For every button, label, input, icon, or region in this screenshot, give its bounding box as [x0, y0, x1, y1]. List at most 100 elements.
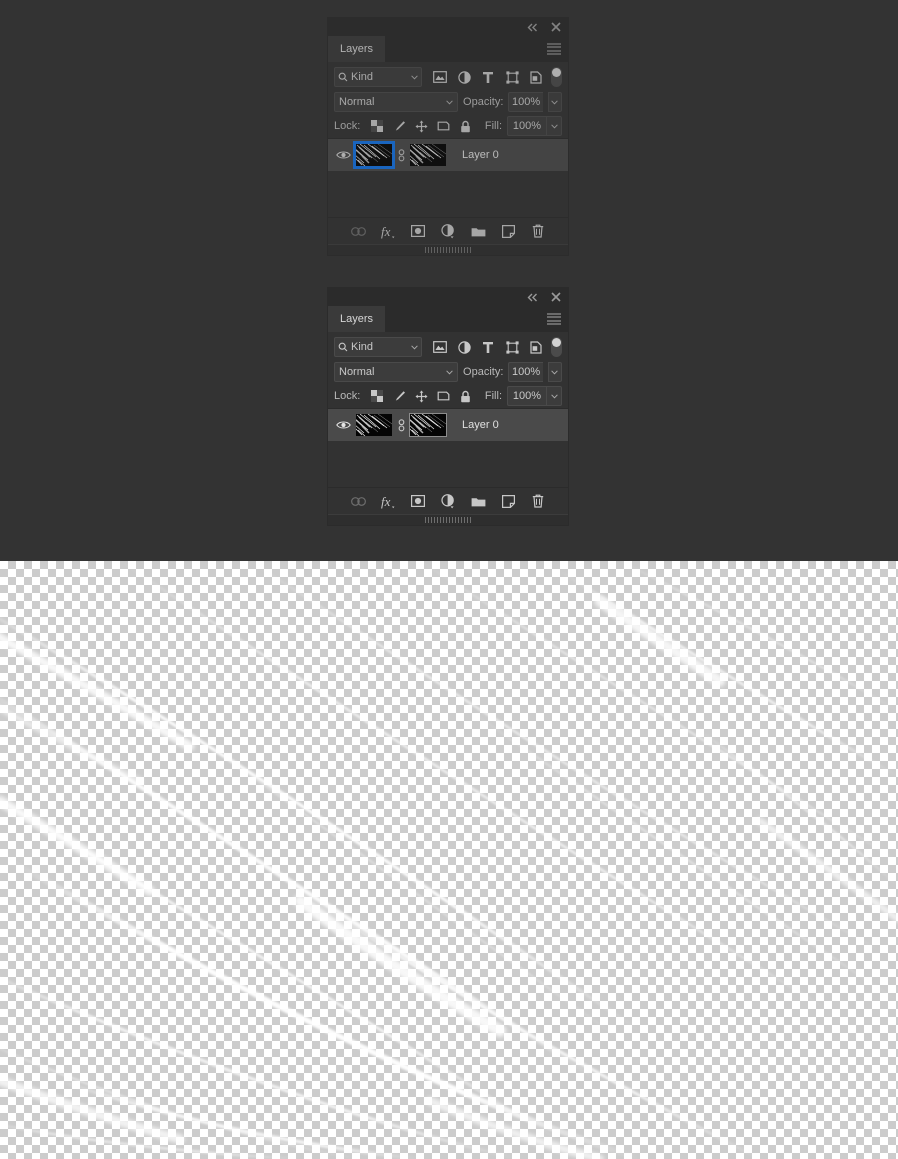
chevron-down-icon	[446, 369, 453, 375]
delete-layer-icon[interactable]	[525, 490, 551, 512]
add-layer-mask-icon[interactable]	[405, 490, 431, 512]
lock-transparent-pixels-icon[interactable]	[366, 386, 388, 406]
chevron-down-icon	[446, 99, 453, 105]
document-canvas[interactable]	[0, 561, 898, 1159]
fill-dropdown-icon[interactable]	[546, 386, 562, 406]
layer-filter-kind-select[interactable]: Kind	[334, 337, 422, 357]
blend-mode-value: Normal	[339, 96, 375, 108]
lock-all-icon[interactable]	[454, 386, 476, 406]
new-layer-icon[interactable]	[495, 490, 521, 512]
shape-layer-filter-icon[interactable]	[500, 337, 524, 357]
double-chevron-left-icon[interactable]	[526, 21, 539, 34]
fill-input[interactable]: 100%	[507, 116, 546, 136]
panel-footer-toolbar: fx	[328, 487, 568, 514]
tab-layers[interactable]: Layers	[328, 306, 386, 332]
new-layer-icon[interactable]	[495, 220, 521, 242]
scratch-artwork	[0, 561, 898, 1159]
opacity-dropdown-icon[interactable]	[547, 92, 562, 112]
lock-image-pixels-icon[interactable]	[388, 116, 410, 136]
opacity-label: Opacity:	[463, 366, 504, 378]
fill-dropdown-icon[interactable]	[546, 116, 562, 136]
hamburger-menu-icon[interactable]	[547, 43, 561, 55]
lock-image-pixels-icon[interactable]	[388, 386, 410, 406]
link-mask-icon[interactable]	[394, 148, 408, 162]
panel-tabbar: Layers	[328, 306, 568, 332]
tab-layers-label: Layers	[340, 43, 374, 55]
fill-label: Fill:	[484, 390, 502, 402]
layer-style-fx-icon[interactable]: fx	[375, 220, 401, 242]
lock-artboard-nesting-icon[interactable]	[432, 386, 454, 406]
blend-mode-value: Normal	[339, 366, 375, 378]
pixel-layer-filter-icon[interactable]	[428, 67, 452, 87]
pixel-layer-filter-icon[interactable]	[428, 337, 452, 357]
layer-filter-row: Kind	[328, 62, 568, 90]
layer-thumbnail[interactable]	[356, 414, 392, 436]
blend-mode-select[interactable]: Normal	[334, 92, 459, 112]
fill-label: Fill:	[484, 120, 502, 132]
adjustment-layer-filter-icon[interactable]	[452, 67, 476, 87]
adjustment-layer-filter-icon[interactable]	[452, 337, 476, 357]
link-mask-icon[interactable]	[394, 418, 408, 432]
lock-label: Lock:	[334, 390, 361, 402]
layer-mask-thumbnail-wrap[interactable]	[408, 142, 448, 168]
layer-name[interactable]: Layer 0	[462, 419, 499, 431]
panel-resize-grip[interactable]	[328, 244, 568, 255]
layer-thumbnail[interactable]	[353, 141, 395, 169]
link-layers-icon[interactable]	[345, 490, 371, 512]
type-layer-filter-icon[interactable]	[476, 337, 500, 357]
panel-body: Kind Normal Opacity: 100% Lock: Fill: 10…	[328, 62, 568, 255]
layer-row[interactable]: Layer 0	[328, 139, 568, 171]
layer-style-fx-icon[interactable]: fx	[375, 490, 401, 512]
close-icon[interactable]	[549, 291, 562, 304]
smart-object-filter-icon[interactable]	[524, 337, 548, 357]
close-icon[interactable]	[549, 21, 562, 34]
layers-panel-bottom[interactable]: Layers Kind Normal Opacity: 100% Lock: F…	[328, 288, 568, 525]
layer-list[interactable]: Layer 0	[328, 408, 568, 487]
lock-transparent-pixels-icon[interactable]	[366, 116, 388, 136]
shape-layer-filter-icon[interactable]	[500, 67, 524, 87]
layer-thumbnail-wrap[interactable]	[353, 141, 395, 169]
double-chevron-left-icon[interactable]	[526, 291, 539, 304]
panel-resize-grip[interactable]	[328, 514, 568, 525]
new-adjustment-layer-icon[interactable]	[435, 220, 461, 242]
lock-row: Lock: Fill: 100%	[328, 384, 568, 408]
layer-mask-thumbnail[interactable]	[410, 414, 446, 436]
blend-mode-select[interactable]: Normal	[334, 362, 459, 382]
link-layers-icon[interactable]	[345, 220, 371, 242]
opacity-input[interactable]: 100%	[508, 92, 543, 112]
layer-mask-thumbnail-wrap[interactable]	[408, 412, 448, 438]
eye-icon[interactable]	[332, 150, 354, 160]
lock-position-icon[interactable]	[410, 386, 432, 406]
filter-enable-toggle[interactable]	[551, 67, 562, 87]
hamburger-menu-icon[interactable]	[547, 313, 561, 325]
delete-layer-icon[interactable]	[525, 220, 551, 242]
layer-thumbnail-wrap[interactable]	[354, 412, 394, 438]
tab-layers-label: Layers	[340, 313, 374, 325]
layer-mask-thumbnail[interactable]	[410, 144, 446, 166]
lock-position-icon[interactable]	[410, 116, 432, 136]
layers-panel-top[interactable]: Layers Kind Normal Opacity: 100% Lock: F…	[328, 18, 568, 255]
smart-object-filter-icon[interactable]	[524, 67, 548, 87]
layer-name[interactable]: Layer 0	[462, 149, 499, 161]
fill-input[interactable]: 100%	[507, 386, 546, 406]
tab-layers[interactable]: Layers	[328, 36, 386, 62]
eye-icon[interactable]	[332, 420, 354, 430]
layer-filter-icons	[428, 337, 562, 357]
type-layer-filter-icon[interactable]	[476, 67, 500, 87]
lock-all-icon[interactable]	[454, 116, 476, 136]
new-group-icon[interactable]	[465, 220, 491, 242]
layer-list[interactable]: Layer 0	[328, 138, 568, 217]
panel-tabbar: Layers	[328, 36, 568, 62]
opacity-dropdown-icon[interactable]	[547, 362, 562, 382]
panel-titlebar	[328, 18, 568, 36]
new-group-icon[interactable]	[465, 490, 491, 512]
opacity-input[interactable]: 100%	[508, 362, 543, 382]
layer-filter-kind-select[interactable]: Kind	[334, 67, 422, 87]
filter-enable-toggle[interactable]	[551, 337, 562, 357]
blend-mode-row: Normal Opacity: 100%	[328, 360, 568, 384]
new-adjustment-layer-icon[interactable]	[435, 490, 461, 512]
add-layer-mask-icon[interactable]	[405, 220, 431, 242]
lock-artboard-nesting-icon[interactable]	[432, 116, 454, 136]
layer-row[interactable]: Layer 0	[328, 409, 568, 441]
fill-group: Fill: 100%	[485, 116, 562, 136]
